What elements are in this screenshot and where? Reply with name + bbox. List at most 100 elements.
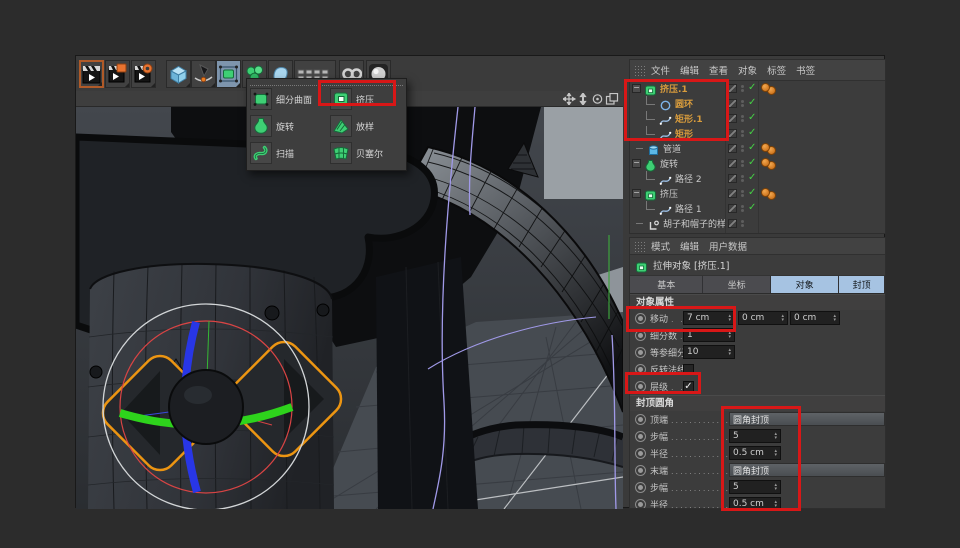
keyframe-radio[interactable] (635, 465, 646, 476)
start-cap-dropdown[interactable]: 圆角封顶 (729, 412, 885, 426)
generators-button[interactable] (216, 60, 241, 88)
panel-grip-icon[interactable] (634, 241, 645, 252)
layer-box[interactable] (728, 99, 737, 108)
menu-item-extrude[interactable]: 挤压 (328, 86, 406, 112)
enabled-check-icon[interactable]: ✓ (748, 112, 756, 123)
visibility-dots[interactable] (740, 144, 745, 153)
menu-tags[interactable]: 标签 (767, 63, 786, 77)
move-x-field[interactable]: 7 cm▴▾ (683, 311, 735, 325)
keyframe-radio[interactable] (635, 499, 646, 509)
expand-toggle[interactable]: − (632, 159, 641, 168)
keyframe-radio[interactable] (635, 364, 646, 375)
lathe-icon (250, 115, 272, 137)
tag-icons[interactable] (761, 233, 783, 234)
move-y-field[interactable]: 0 cm▴▾ (738, 311, 788, 325)
layer-box[interactable] (728, 114, 737, 123)
tag-icons[interactable] (761, 143, 783, 154)
enabled-check-icon[interactable]: ✓ (748, 232, 756, 234)
primitive-cube-button[interactable] (166, 60, 191, 88)
tag-icons[interactable] (761, 158, 783, 169)
subdivision-field[interactable]: 1▴▾ (683, 328, 735, 342)
enabled-check-icon[interactable]: ✓ (748, 97, 756, 108)
layer-box[interactable] (728, 219, 737, 228)
tab-caps[interactable]: 封顶 (839, 276, 885, 293)
layer-box[interactable] (728, 189, 737, 198)
visibility-dots[interactable] (740, 174, 745, 183)
menu-mode[interactable]: 模式 (651, 239, 670, 253)
render-picture-viewer-button[interactable] (105, 60, 130, 88)
tab-coord[interactable]: 坐标 (703, 276, 770, 293)
start-radius-field[interactable]: 0.5 cm▴▾ (729, 446, 781, 460)
start-steps-field[interactable]: 5▴▾ (729, 429, 781, 443)
keyframe-radio[interactable] (635, 448, 646, 459)
cinema4d-window: 文件 编辑 查看 对象 标签 书签 −挤压.1✓圆环✓矩形.1✓矩形✓管道✓−旋… (75, 55, 885, 508)
tag-icons[interactable] (761, 83, 783, 94)
object-label: 圆环 (675, 97, 693, 110)
menu-item-sweep[interactable]: 扫描 (248, 140, 326, 166)
expand-toggle[interactable]: − (632, 84, 641, 93)
keyframe-radio[interactable] (635, 347, 646, 358)
flip-normals-checkbox[interactable] (683, 364, 694, 375)
hierarchical-checkbox[interactable]: ✓ (683, 381, 694, 392)
visibility-dots[interactable] (740, 114, 745, 123)
enabled-check-icon[interactable]: ✓ (748, 187, 756, 198)
visibility-dots[interactable] (740, 159, 745, 168)
enabled-check-icon[interactable]: ✓ (748, 142, 756, 153)
enabled-check-icon[interactable]: ✓ (748, 202, 756, 213)
render-settings-button[interactable] (131, 60, 156, 88)
end-steps-field[interactable]: 5▴▾ (729, 480, 781, 494)
layer-box[interactable] (728, 159, 737, 168)
rotate-icon (593, 95, 601, 103)
panel-grip-icon[interactable] (634, 65, 645, 76)
keyframe-radio[interactable] (635, 431, 646, 442)
menu-item-bezier[interactable]: 贝塞尔 (328, 140, 406, 166)
render-view-button[interactable] (79, 60, 104, 88)
iso-subdivision-row: 等参细分 10▴▾ (630, 344, 885, 361)
menu-edit[interactable]: 编辑 (680, 239, 699, 253)
visibility-dots[interactable] (740, 129, 745, 138)
menu-file[interactable]: 文件 (651, 63, 670, 77)
right-panel: 文件 编辑 查看 对象 标签 书签 −挤压.1✓圆环✓矩形.1✓矩形✓管道✓−旋… (629, 59, 886, 509)
move-z-field[interactable]: 0 cm▴▾ (790, 311, 840, 325)
menu-bookmarks[interactable]: 书签 (796, 63, 815, 77)
iso-subdivision-field[interactable]: 10▴▾ (683, 345, 735, 359)
viewport-nav-icons[interactable] (563, 93, 619, 105)
keyframe-radio[interactable] (635, 482, 646, 493)
enabled-check-icon[interactable]: ✓ (748, 127, 756, 138)
menu-item-subdivision-surface[interactable]: 细分曲面 (248, 86, 326, 112)
menu-edit[interactable]: 编辑 (680, 63, 699, 77)
layer-box[interactable] (728, 174, 737, 183)
menu-item-lathe[interactable]: 旋转 (248, 113, 326, 139)
visibility-dots[interactable] (740, 99, 745, 108)
menu-objects[interactable]: 对象 (738, 63, 757, 77)
menu-user-data[interactable]: 用户数据 (709, 239, 747, 253)
visibility-dots[interactable] (740, 189, 745, 198)
keyframe-radio[interactable] (635, 381, 646, 392)
expand-toggle[interactable]: − (632, 189, 641, 198)
tab-basic[interactable]: 基本 (630, 276, 703, 293)
tree-dash (636, 148, 643, 149)
enabled-check-icon[interactable]: ✓ (748, 82, 756, 93)
menu-item-loft[interactable]: 放样 (328, 113, 406, 139)
visibility-dots[interactable] (740, 204, 745, 213)
layer-box[interactable] (728, 204, 737, 213)
attribute-title: 拉伸对象 [挤压.1] (653, 258, 730, 272)
keyframe-radio[interactable] (635, 330, 646, 341)
keyframe-radio[interactable] (635, 414, 646, 425)
menu-view[interactable]: 查看 (709, 63, 728, 77)
enabled-check-icon[interactable]: ✓ (748, 157, 756, 168)
keyframe-radio[interactable] (635, 313, 646, 324)
clapperboard-picture-icon (108, 63, 127, 85)
spline-pen-button[interactable] (191, 60, 216, 88)
visibility-dots[interactable] (740, 219, 745, 228)
enabled-check-icon[interactable]: ✓ (748, 172, 756, 183)
layer-box[interactable] (728, 144, 737, 153)
visibility-dots[interactable] (740, 84, 745, 93)
spline-icon (659, 112, 672, 125)
end-radius-field[interactable]: 0.5 cm▴▾ (729, 497, 781, 509)
end-cap-dropdown[interactable]: 圆角封顶 (729, 463, 885, 477)
layer-box[interactable] (728, 129, 737, 138)
tab-object[interactable]: 对象 (771, 276, 839, 293)
tag-icons[interactable] (761, 188, 783, 199)
layer-box[interactable] (728, 84, 737, 93)
